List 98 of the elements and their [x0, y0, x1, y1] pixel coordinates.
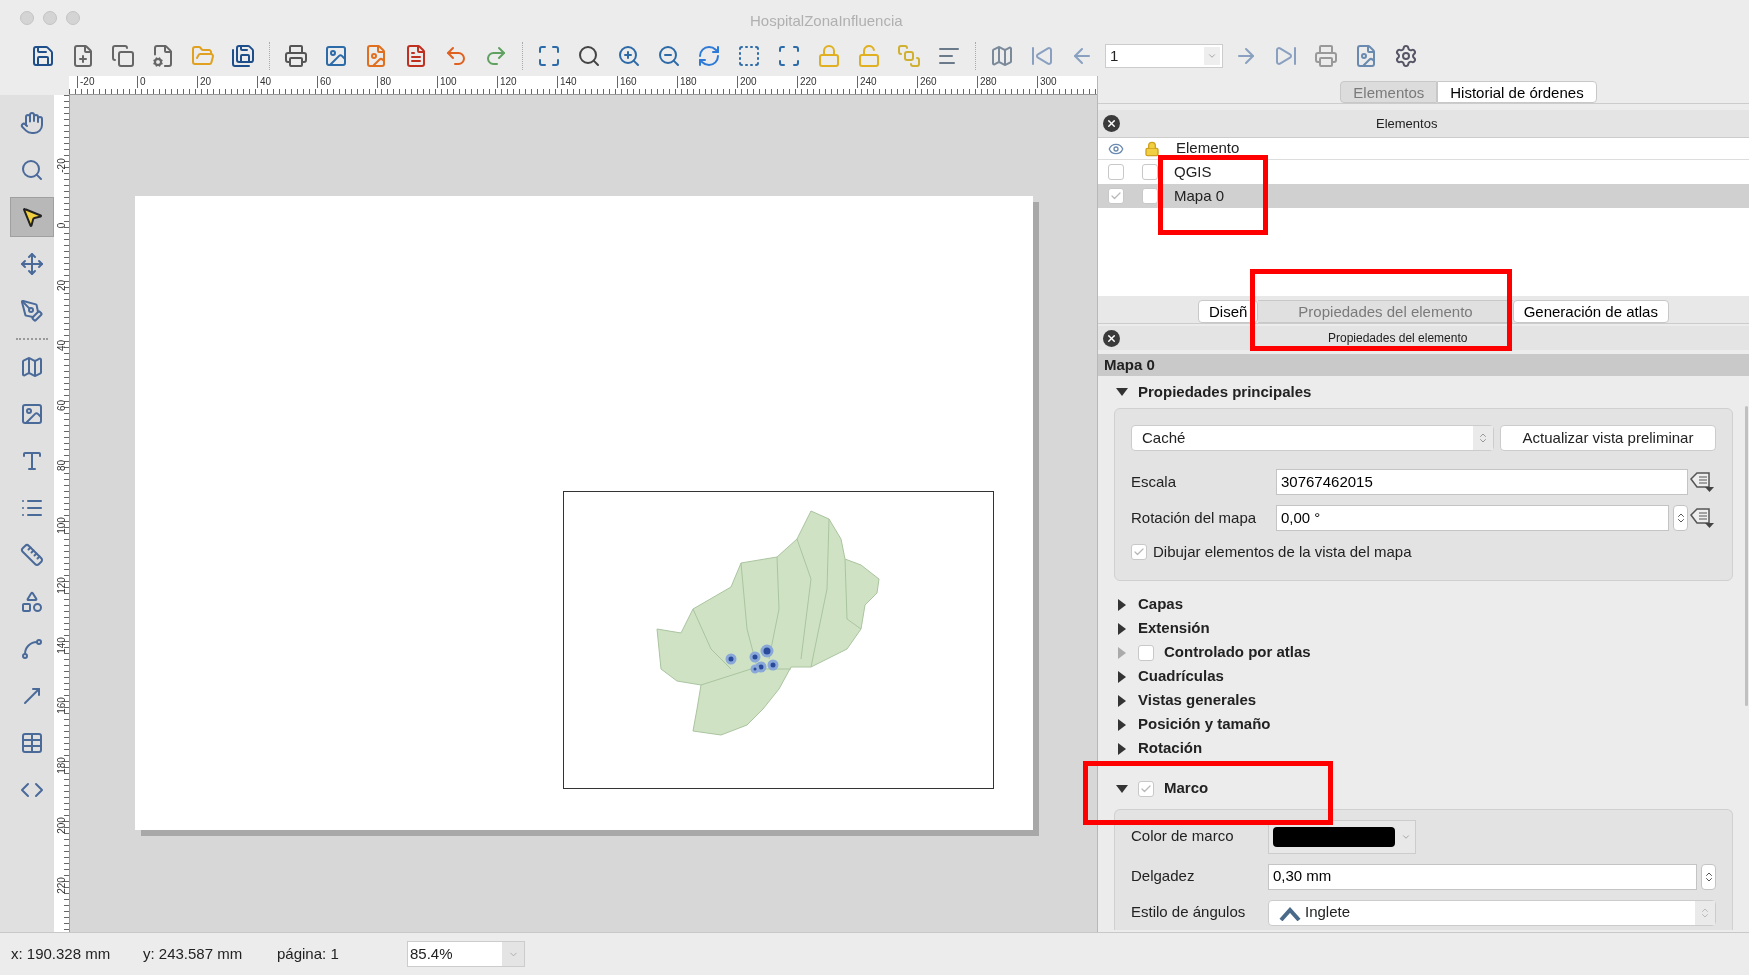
data-defined-icon[interactable]: [1688, 506, 1716, 530]
section-title[interactable]: Cuadrículas: [1138, 665, 1224, 688]
ruler-label: 120: [497, 76, 557, 88]
ruler-label: -20: [77, 76, 137, 88]
collapsed-arrow-icon[interactable]: [1116, 670, 1128, 683]
section-title[interactable]: Marco: [1164, 777, 1209, 800]
ruler-label: 220: [55, 876, 68, 894]
checkbox[interactable]: [1131, 544, 1147, 561]
rotation-field[interactable]: 0,00 °: [1276, 505, 1669, 531]
field-label: Escala: [1131, 471, 1178, 492]
dropdown-icon: [502, 942, 524, 966]
ruler-label: 280: [977, 76, 1037, 88]
spin-arrows-icon[interactable]: [1673, 505, 1688, 531]
column-header: Elemento: [1176, 138, 1240, 159]
field-label: Color de marco: [1131, 826, 1235, 847]
ruler-label: 220: [797, 76, 857, 88]
checkbox-label: Dibujar elementos de la vista del mapa: [1153, 542, 1412, 562]
section-title[interactable]: Propiedades principales: [1138, 380, 1312, 404]
panel-title: Propiedades del elemento: [1328, 330, 1468, 347]
element-name: Mapa 0: [1174, 185, 1225, 206]
panel-title: Elementos: [1376, 114, 1438, 133]
checkmark-icon: [1110, 190, 1122, 202]
collapsed-arrow-icon[interactable]: [1116, 622, 1128, 635]
lock-icon: [1144, 140, 1160, 157]
section-title[interactable]: Extensión: [1138, 617, 1210, 640]
ruler-label: 20: [55, 279, 68, 291]
panel-tab[interactable]: Historial de órdenes: [1437, 81, 1597, 103]
ruler-label: 0: [55, 222, 68, 228]
field-label: Estilo de ángulos: [1131, 902, 1247, 923]
lock-checkbox[interactable]: [1142, 188, 1158, 204]
ruler-label: 200: [737, 76, 797, 88]
expanded-arrow-icon[interactable]: [1116, 782, 1128, 795]
expanded-arrow-icon[interactable]: [1116, 386, 1128, 398]
cache-dropdown[interactable]: Caché: [1131, 425, 1494, 451]
scrollbar[interactable]: [1745, 406, 1748, 706]
ruler-label: 260: [917, 76, 977, 88]
item-title-bar: Mapa 0: [1098, 354, 1749, 376]
checkbox[interactable]: [1138, 644, 1154, 661]
ruler-label: 40: [257, 76, 317, 88]
spin-arrows-icon[interactable]: [1701, 863, 1716, 890]
close-icon[interactable]: [1103, 115, 1120, 132]
ruler-label: 100: [55, 516, 68, 534]
ruler-label: 140: [557, 76, 617, 88]
ruler-label: 80: [377, 76, 437, 88]
collapsed-arrow-icon[interactable]: [1116, 694, 1128, 707]
color-button[interactable]: [1268, 819, 1416, 854]
ruler-label: -20: [55, 157, 68, 173]
section-title[interactable]: Controlado por atlas: [1164, 641, 1311, 664]
checkbox[interactable]: [1138, 780, 1154, 797]
element-row[interactable]: Mapa 0: [1098, 184, 1749, 208]
zoom-field[interactable]: 85.4%: [407, 941, 525, 967]
ruler-label: 20: [197, 76, 257, 88]
page-indicator: página: 1: [277, 943, 340, 964]
field-label: Rotación del mapa: [1131, 507, 1258, 528]
ruler-label: 160: [55, 696, 68, 714]
select-pointer-icon[interactable]: [10, 197, 54, 237]
collapsed-arrow-icon[interactable]: [1116, 718, 1128, 731]
ruler-label: 80: [55, 459, 68, 471]
field-label: Delgadez: [1131, 866, 1196, 887]
y-coordinate: y: 243.587 mm: [143, 943, 244, 964]
panel-tab[interactable]: Diseñ: [1198, 300, 1259, 323]
section-title[interactable]: Rotación: [1138, 737, 1203, 760]
lock-checkbox[interactable]: [1142, 164, 1158, 180]
ruler-label: 60: [317, 76, 377, 88]
refresh-preview-button[interactable]: Actualizar vista preliminar: [1500, 425, 1716, 451]
x-coordinate: x: 190.328 mm: [11, 943, 112, 964]
element-row[interactable]: QGIS: [1098, 160, 1749, 184]
window-title: HospitalZonaInfluencia: [750, 11, 903, 31]
visibility-checkbox[interactable]: [1108, 188, 1124, 204]
ruler-label: 0: [137, 76, 197, 88]
ruler-label: 160: [617, 76, 677, 88]
ruler-label: 180: [677, 76, 737, 88]
close-icon[interactable]: [1103, 329, 1120, 347]
ruler-label: 180: [55, 756, 68, 774]
data-defined-icon[interactable]: [1688, 470, 1716, 494]
section-title[interactable]: Vistas generales: [1138, 689, 1257, 712]
dropdown-icon: [1204, 47, 1220, 65]
ruler-label: 200: [55, 816, 68, 834]
ruler-label: 120: [55, 576, 68, 594]
updown-icon: [1695, 900, 1715, 925]
ruler-label: 140: [55, 636, 68, 654]
ruler-label: 240: [857, 76, 917, 88]
ruler-label: 40: [55, 339, 68, 351]
page-number-field[interactable]: 1: [1105, 44, 1223, 68]
element-name: QGIS: [1174, 161, 1212, 182]
section-title[interactable]: Capas: [1138, 593, 1184, 616]
ruler-label: 100: [437, 76, 497, 88]
panel-tab[interactable]: Generación de atlas: [1512, 300, 1669, 323]
scale-field[interactable]: 30767462015: [1276, 469, 1688, 495]
section-title[interactable]: Posición y tamaño: [1138, 713, 1271, 736]
join-style-dropdown[interactable]: Inglete: [1268, 899, 1716, 926]
ruler-label: 60: [55, 399, 68, 411]
updown-icon: [1473, 426, 1493, 450]
collapsed-arrow-icon[interactable]: [1116, 742, 1128, 755]
thickness-field[interactable]: 0,30 mm: [1268, 863, 1697, 890]
visibility-checkbox[interactable]: [1108, 164, 1124, 180]
ruler-label: 300: [1037, 76, 1097, 88]
collapsed-arrow-icon[interactable]: [1116, 598, 1128, 611]
